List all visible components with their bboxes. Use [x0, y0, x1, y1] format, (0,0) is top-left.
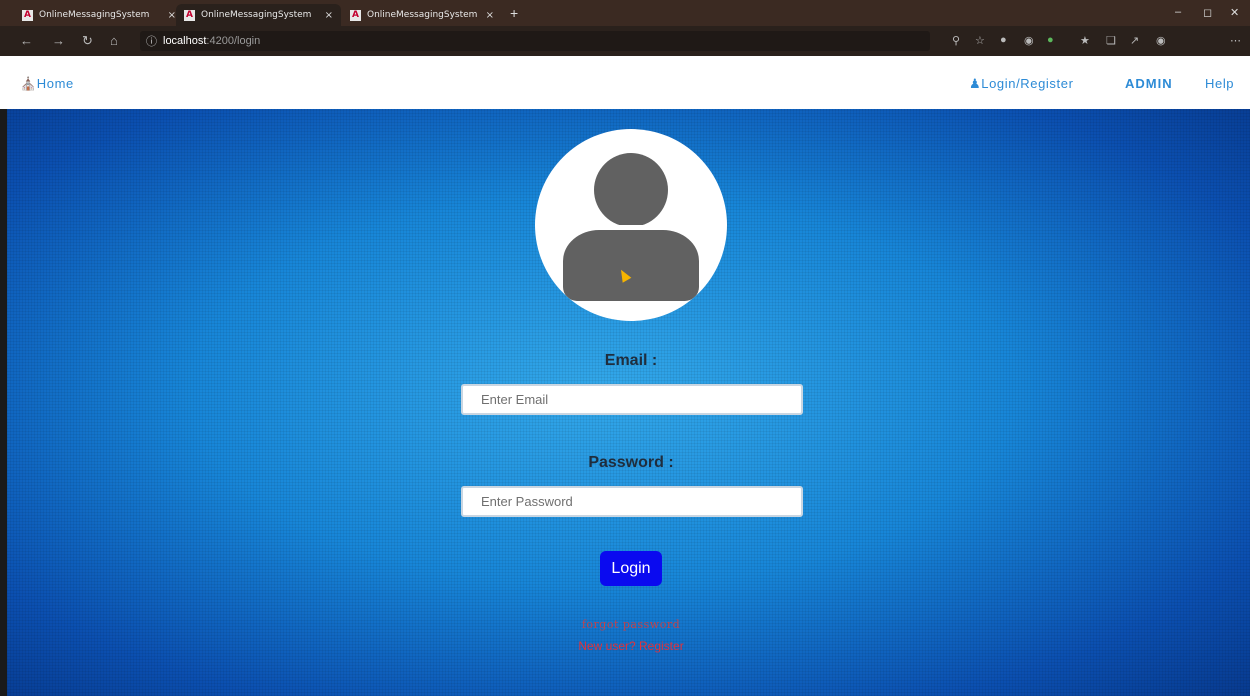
minimize-icon[interactable]: – — [1175, 6, 1181, 18]
close-window-icon[interactable]: ✕ — [1230, 6, 1239, 19]
user-icon: ♟ — [969, 76, 982, 91]
email-input[interactable] — [461, 384, 803, 415]
close-tab-icon[interactable]: × — [486, 10, 494, 21]
avatar-head — [594, 153, 668, 227]
nav-admin-link[interactable]: ADMIN — [1125, 76, 1173, 91]
browser-tab[interactable]: A OnlineMessagingSystem × — [14, 4, 184, 26]
favorite-icon[interactable]: ☆ — [975, 34, 985, 47]
user-avatar-icon — [535, 129, 727, 321]
avatar-body — [563, 225, 699, 301]
new-tab-icon[interactable]: + — [510, 5, 518, 21]
app-navbar: ⛪Home ♟Login/Register ADMIN Help — [0, 56, 1250, 109]
more-icon[interactable]: ⋯ — [1230, 34, 1241, 47]
extension-icon[interactable]: ◉ — [1024, 34, 1034, 47]
angular-logo-icon: A — [22, 9, 33, 21]
zoom-icon[interactable]: ⚲ — [952, 34, 960, 47]
nav-login-register-label: Login/Register — [981, 76, 1074, 91]
favorites-bar-icon[interactable]: ★ — [1080, 34, 1090, 47]
browser-tab[interactable]: A OnlineMessagingSystem × — [342, 4, 502, 26]
login-button[interactable]: Login — [600, 551, 662, 586]
nav-help-link[interactable]: Help — [1205, 76, 1234, 91]
tab-title: OnlineMessagingSystem — [367, 10, 478, 20]
close-tab-icon[interactable]: × — [168, 10, 176, 21]
profile-avatar-icon[interactable]: ◉ — [1156, 34, 1166, 47]
browser-tab-active[interactable]: A OnlineMessagingSystem × — [176, 4, 341, 26]
nav-home-label: Home — [36, 76, 74, 91]
password-label: Password : — [588, 454, 674, 471]
url-field[interactable]: ⓘ localhost :4200/login — [140, 31, 930, 51]
email-label: Email : — [604, 352, 658, 369]
home-icon[interactable]: ⌂ — [110, 33, 118, 48]
info-icon: ⓘ — [146, 36, 157, 48]
nav-home-link[interactable]: ⛪Home — [20, 76, 74, 92]
register-link[interactable]: New user? Register — [511, 639, 751, 653]
url-path: :4200/login — [206, 35, 261, 47]
browser-address-bar: ← → ↻ ⌂ ⓘ localhost :4200/login ⚲ ☆ ● ◉ … — [0, 26, 1250, 56]
browser-tab-bar: A OnlineMessagingSystem × A OnlineMessag… — [0, 0, 1250, 26]
login-page: Email : Password : Login forgot password… — [7, 109, 1250, 696]
forgot-password-link[interactable]: forgot password — [511, 618, 751, 631]
password-input[interactable] — [461, 486, 803, 517]
url-host: localhost — [163, 35, 207, 47]
back-icon[interactable]: ← — [20, 33, 33, 48]
share-icon[interactable]: ↗ — [1130, 34, 1139, 47]
angular-logo-icon: A — [184, 9, 195, 21]
extension-icon[interactable]: ● — [1000, 34, 1007, 46]
extension-green-icon[interactable]: ● — [1047, 34, 1054, 46]
tab-title: OnlineMessagingSystem — [201, 10, 312, 20]
maximize-icon[interactable]: ◻ — [1203, 6, 1212, 19]
nav-login-register-link[interactable]: ♟Login/Register — [969, 76, 1074, 92]
angular-logo-icon: A — [350, 9, 361, 21]
tab-title: OnlineMessagingSystem — [39, 10, 150, 20]
home-icon: ⛪ — [20, 76, 37, 91]
collections-icon[interactable]: ❏ — [1106, 34, 1116, 47]
close-tab-icon[interactable]: × — [325, 10, 333, 21]
refresh-icon[interactable]: ↻ — [82, 33, 93, 49]
forward-icon[interactable]: → — [52, 33, 65, 48]
